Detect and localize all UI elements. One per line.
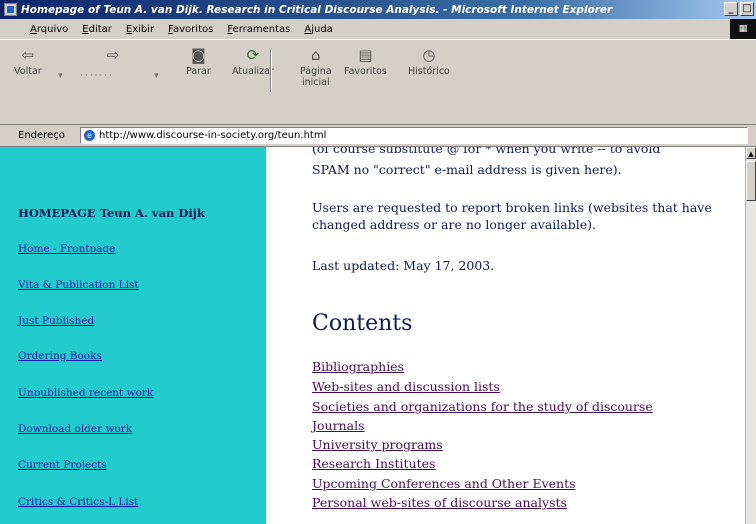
refresh-label: Atualizar — [232, 66, 274, 77]
scroll-thumb[interactable] — [746, 161, 756, 201]
forward-dropdown-icon[interactable]: ▾ — [154, 71, 161, 81]
toc-link-societies[interactable]: Societies and organizations for the stud… — [312, 399, 653, 414]
menu-ferramentas[interactable]: Ferramentas — [220, 24, 297, 35]
menu-label: ditar — [88, 23, 112, 35]
minimize-button[interactable]: _ — [724, 2, 738, 16]
toc-link-institutes[interactable]: Research Institutes — [312, 456, 435, 471]
toolbar-separator — [270, 50, 272, 92]
email-note-line1: (of course substitute @ for * when you w… — [312, 147, 661, 156]
forward-button[interactable]: ⇨ — [104, 46, 122, 66]
sidebar-link-just-published[interactable]: Just Published — [18, 315, 94, 327]
menu-label: erramentas — [232, 23, 291, 35]
sidebar-link-critics[interactable]: Critics & Critics-L List — [18, 496, 138, 508]
favorites-button[interactable]: ▤ Favoritos — [344, 46, 387, 77]
back-button[interactable]: ⇦ Voltar — [14, 46, 42, 77]
contents-heading: Contents — [312, 311, 413, 336]
menu-bar: Arquivo Editar Exibir Favoritos Ferramen… — [0, 19, 756, 39]
menu-label: xibir — [132, 23, 155, 35]
sidebar-title: HOMEPAGE Teun A. van Dijk — [18, 206, 205, 220]
sidebar-link-projects[interactable]: Current Projects — [18, 459, 107, 471]
address-bar: Endereço e http://www.discourse-in-socie… — [0, 125, 756, 147]
menu-arquivo[interactable]: Arquivo — [0, 24, 75, 35]
home-label: Página — [300, 66, 332, 77]
home-icon: ⌂ — [311, 46, 321, 64]
toolbar: ⇦ Voltar ▾ ⇨ ······· ▾ ◙ Parar ⟳ Atualiz… — [0, 39, 756, 125]
menu-label: rquivo — [36, 23, 69, 35]
stop-label: Parar — [186, 66, 211, 77]
window-controls: _ □ — [724, 2, 754, 16]
favorites-label: Favoritos — [344, 66, 387, 77]
favorites-icon: ▤ — [358, 46, 373, 64]
history-button[interactable]: ◷ Histórico — [408, 46, 450, 77]
history-icon: ◷ — [422, 46, 436, 64]
stop-icon: ◙ — [191, 46, 206, 64]
address-input[interactable]: e http://www.discourse-in-society.org/te… — [80, 127, 748, 144]
window-title: Homepage of Teun A. van Dijk. Research i… — [21, 3, 613, 16]
back-arrow-icon: ⇦ — [21, 46, 35, 64]
forward-arrow-icon: ⇨ — [106, 46, 120, 64]
sidebar-link-ordering-books[interactable]: Ordering Books — [18, 350, 102, 362]
menu-accelerator: A — [30, 23, 37, 35]
sidebar-link-download[interactable]: Download older work — [18, 423, 132, 435]
toc-link-journals[interactable]: Journals — [312, 418, 364, 433]
toc-link-conferences[interactable]: Upcoming Conferences and Other Events — [312, 476, 576, 491]
toc-link-university[interactable]: University programs — [312, 437, 443, 452]
home-button[interactable]: ⌂ Página inicial — [300, 46, 332, 88]
history-label: Histórico — [408, 66, 450, 77]
last-updated: Last updated: May 17, 2003. — [312, 258, 495, 273]
back-dropdown-icon[interactable]: ▾ — [58, 71, 65, 81]
sidebar-link-home[interactable]: Home - Frontpage — [18, 243, 115, 255]
refresh-button[interactable]: ⟳ Atualizar — [232, 46, 274, 77]
page-icon: e — [84, 130, 95, 141]
menu-favoritos[interactable]: Favoritos — [161, 24, 220, 35]
home-label-line2: inicial — [302, 77, 330, 88]
title-bar: Homepage of Teun A. van Dijk. Research i… — [0, 0, 756, 19]
toc-link-websites[interactable]: Web-sites and discussion lists — [312, 379, 500, 394]
separator-dots: ······· — [80, 71, 115, 81]
sidebar-link-vita[interactable]: Vita & Publication List — [18, 279, 139, 291]
menu-label: avoritos — [173, 23, 214, 35]
address-url[interactable]: http://www.discourse-in-society.org/teun… — [99, 130, 326, 141]
menu-label: juda — [311, 23, 333, 35]
toc-link-bibliographies[interactable]: Bibliographies — [312, 359, 404, 374]
stop-button[interactable]: ◙ Parar — [186, 46, 211, 77]
broken-links-note: Users are requested to report broken lin… — [312, 200, 712, 232]
vertical-scrollbar[interactable]: ▲ — [745, 147, 756, 524]
sidebar: HOMEPAGE Teun A. van Dijk Home - Frontpa… — [0, 147, 266, 524]
address-label: Endereço — [18, 130, 65, 141]
menu-ajuda[interactable]: Ajuda — [297, 24, 339, 35]
email-note-line2: SPAM no "correct" e-mail address is give… — [312, 162, 622, 177]
maximize-button[interactable]: □ — [740, 2, 754, 16]
windows-logo-icon: ▦ — [730, 19, 756, 39]
internet-explorer-icon[interactable] — [4, 3, 17, 16]
page-viewport: HOMEPAGE Teun A. van Dijk Home - Frontpa… — [0, 147, 745, 524]
scroll-up-button[interactable]: ▲ — [746, 147, 756, 159]
menu-exibir[interactable]: Exibir — [119, 24, 161, 35]
back-label: Voltar — [14, 66, 42, 77]
sidebar-link-unpublished[interactable]: Unpublished recent work — [18, 387, 153, 399]
refresh-icon: ⟳ — [246, 46, 260, 64]
toc-link-personal-sites[interactable]: Personal web-sites of discourse analysts — [312, 495, 567, 510]
menu-editar[interactable]: Editar — [75, 24, 119, 35]
